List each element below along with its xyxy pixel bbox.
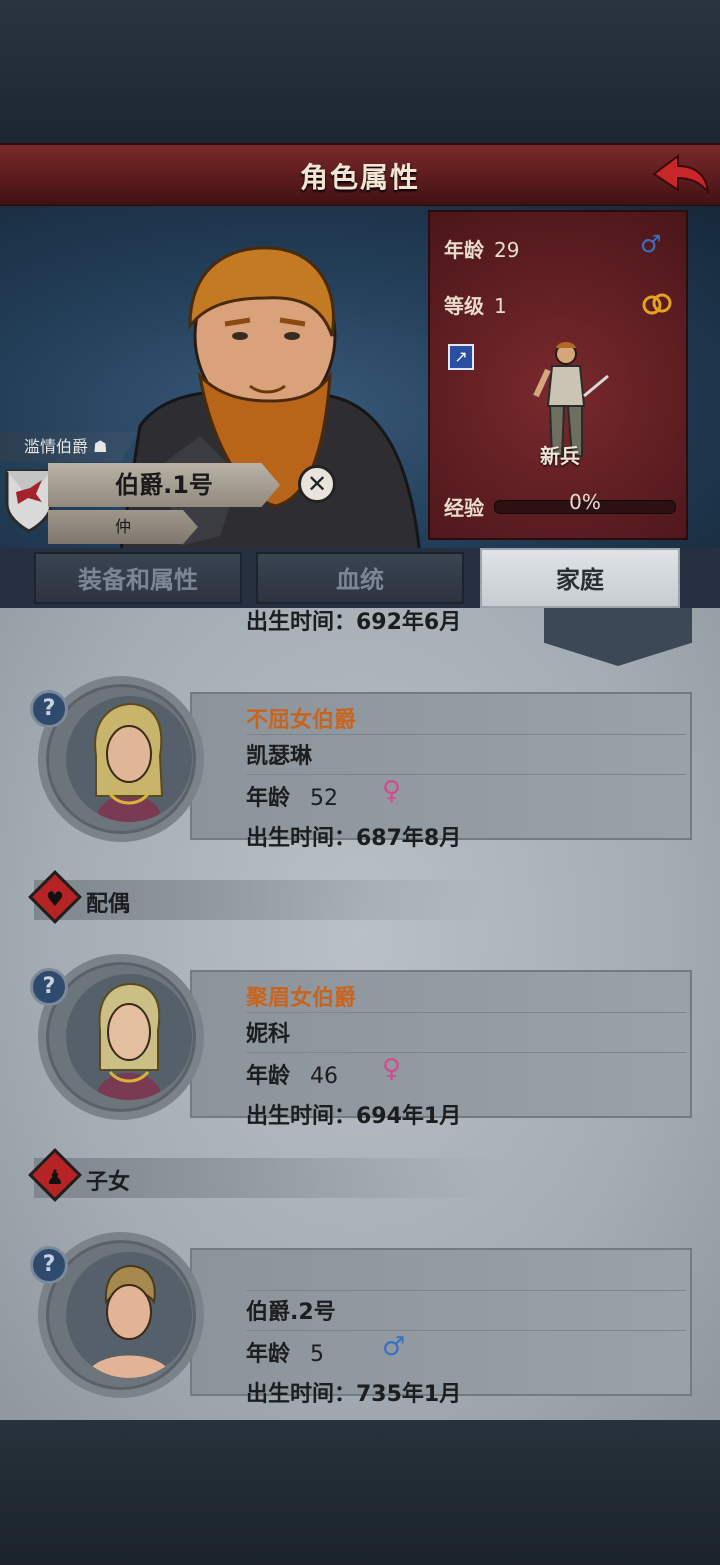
help-icon[interactable]: ? [30,690,68,728]
heraldry-shield-icon[interactable] [4,468,54,534]
page-title: 角色属性 [299,161,420,194]
tab-equipment[interactable]: 装备和属性 [34,552,242,604]
divider [246,1052,686,1053]
tab-family[interactable]: 家庭 [480,548,680,608]
member-birth: 出生时间：735年1月 [246,1382,462,1407]
member-title: 不屈女伯爵 [246,708,357,733]
female-icon: ♀ [382,1054,402,1084]
member-title: 聚眉女伯爵 [246,986,357,1011]
level-value: 1 [494,294,507,318]
member-age: 年龄 52 [246,786,339,811]
banner-badge [544,608,692,666]
section-header-children: ♟ 子女 [28,1148,494,1202]
tab-bloodline[interactable]: 血统 [256,552,464,604]
bottom-backdrop [0,1420,720,1565]
heart-glyph: ♥ [46,887,64,911]
age-row: 年龄 29 [444,238,520,262]
member-birth: 出生时间：692年6月 [246,610,462,635]
member-name: 伯爵.2号 [246,1300,336,1325]
member-portrait [66,974,192,1100]
close-icon[interactable]: ✕ [298,465,336,503]
help-icon[interactable]: ? [30,968,68,1006]
divider [246,1290,686,1291]
divider [246,774,686,775]
exp-value: 0% [569,490,601,514]
member-birth: 出生时间：694年1月 [246,1104,462,1129]
member-age: 年龄 5 [246,1342,325,1367]
level-row: 等级 1 [444,294,507,318]
character-name: 伯爵.1号 [48,463,280,507]
stats-card: 年龄 29 ♂ 等级 1 ↗ 新兵 经验 0% [428,210,688,540]
character-epithet: 滥情伯爵 ☗ [0,432,138,462]
character-rank-tag: 仲 [48,510,198,544]
divider [246,1012,686,1013]
male-icon: ♂ [382,1332,406,1362]
list-item[interactable]: ? 伯爵.2号 年龄 5 ♂ 出生时间：735年1月 [30,1232,692,1407]
family-list[interactable]: 出生时间：692年6月 ? 不屈女伯爵 凯瑟琳 年龄 52 ♀ 出生时间：687年… [0,608,720,1422]
class-name: 新兵 [540,444,580,468]
tab-bar: 装备和属性 血统 家庭 [0,548,720,608]
divider [246,734,686,735]
male-icon: ♂ [640,230,662,258]
person-glyph: ♟ [46,1165,64,1189]
section-header-spouse: ♥ 配偶 [28,870,494,924]
top-backdrop [0,0,720,145]
divider [246,1330,686,1331]
member-birth: 出生时间：687年8月 [246,826,462,851]
wedding-rings-icon [642,293,672,315]
back-arrow-icon[interactable] [648,148,712,202]
list-item[interactable]: ? 聚眉女伯爵 妮科 年龄 46 ♀ 出生时间：694年1月 [30,954,692,1129]
header-bar: 角色属性 [0,143,720,208]
female-icon: ♀ [382,776,402,806]
help-icon[interactable]: ? [30,1246,68,1284]
member-portrait [66,1252,192,1378]
sword-skill-icon[interactable]: ↗ [448,344,474,370]
member-age: 年龄 46 [246,1064,339,1089]
section-label: 子女 [86,1170,131,1195]
member-portrait [66,696,192,822]
list-item[interactable]: ? 不屈女伯爵 凯瑟琳 年龄 52 ♀ 出生时间：687年8月 [30,676,692,851]
member-name: 妮科 [246,1022,291,1047]
member-name: 凯瑟琳 [246,744,313,769]
section-label: 配偶 [86,892,131,917]
age-value: 29 [494,238,520,262]
